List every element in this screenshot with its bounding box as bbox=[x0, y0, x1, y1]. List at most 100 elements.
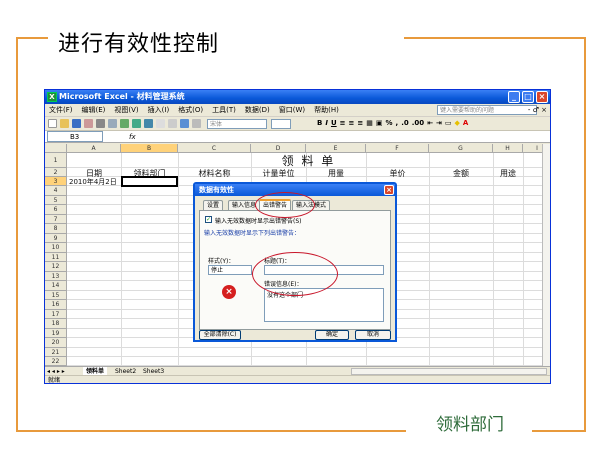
tab-settings[interactable]: 设置 bbox=[203, 200, 224, 210]
minimize-button[interactable]: _ bbox=[508, 91, 520, 103]
row-header[interactable]: 20 bbox=[45, 338, 67, 348]
underline-button[interactable]: U bbox=[331, 119, 337, 127]
menu-item-insert[interactable]: 插入(I) bbox=[148, 104, 170, 117]
column-header-d[interactable]: D bbox=[251, 144, 306, 153]
font-name-select[interactable]: 宋体 bbox=[207, 119, 267, 129]
row-header[interactable]: 5 bbox=[45, 195, 67, 205]
help-search-input[interactable]: 键入需要帮助的问题 bbox=[437, 105, 537, 115]
comma-icon[interactable]: , bbox=[396, 119, 399, 127]
row-header[interactable]: 14 bbox=[45, 281, 67, 291]
print-icon[interactable] bbox=[96, 119, 105, 128]
percent-icon[interactable]: % bbox=[386, 119, 393, 127]
header-qty-cell[interactable]: 用量 bbox=[306, 168, 366, 179]
horizontal-scrollbar[interactable] bbox=[351, 368, 547, 375]
row-header[interactable]: 15 bbox=[45, 290, 67, 300]
save-icon[interactable] bbox=[72, 119, 81, 128]
menu-item-data[interactable]: 数据(D) bbox=[245, 104, 270, 117]
zoom-icon[interactable] bbox=[192, 119, 201, 128]
decrease-decimal-icon[interactable]: .00 bbox=[412, 119, 424, 127]
decrease-indent-icon[interactable]: ⇤ bbox=[427, 119, 433, 127]
cancel-button[interactable]: 取消 bbox=[355, 330, 391, 340]
grid-row-line bbox=[67, 346, 550, 348]
fill-color-icon[interactable]: ◆ bbox=[455, 119, 460, 127]
align-right-icon[interactable]: ≡ bbox=[357, 119, 363, 127]
preview-icon[interactable] bbox=[108, 119, 117, 128]
row-header[interactable]: 22 bbox=[45, 357, 67, 366]
corner-select-all[interactable] bbox=[45, 144, 67, 153]
menu-item-file[interactable]: 文件(F) bbox=[49, 104, 73, 117]
new-icon[interactable] bbox=[48, 119, 57, 128]
column-header-e[interactable]: E bbox=[306, 144, 366, 153]
row-header[interactable]: 6 bbox=[45, 205, 67, 215]
row-header[interactable]: 21 bbox=[45, 347, 67, 357]
column-header-b[interactable]: B bbox=[121, 144, 178, 153]
row-header[interactable]: 2 bbox=[45, 168, 67, 177]
undo-icon[interactable] bbox=[132, 119, 141, 128]
row-header[interactable]: 18 bbox=[45, 319, 67, 329]
currency-icon[interactable]: ▣ bbox=[376, 119, 383, 127]
dialog-close-button[interactable]: × bbox=[384, 185, 394, 195]
align-center-icon[interactable]: ≡ bbox=[349, 119, 355, 127]
vertical-scrollbar[interactable] bbox=[542, 144, 550, 366]
column-header-f[interactable]: F bbox=[366, 144, 429, 153]
borders-icon[interactable]: ▭ bbox=[445, 119, 452, 127]
permission-icon[interactable] bbox=[84, 119, 93, 128]
increase-indent-icon[interactable]: ⇥ bbox=[436, 119, 442, 127]
grid-row-line bbox=[67, 356, 550, 357]
merge-center-icon[interactable]: ▦ bbox=[366, 119, 373, 127]
show-error-checkbox[interactable]: ✓ bbox=[205, 216, 212, 223]
header-material-cell[interactable]: 材料名称 bbox=[178, 168, 251, 179]
row-header[interactable]: 19 bbox=[45, 328, 67, 338]
italic-button[interactable]: I bbox=[325, 119, 328, 127]
column-header-a[interactable]: A bbox=[67, 144, 121, 153]
row-header[interactable]: 10 bbox=[45, 243, 67, 253]
redo-icon[interactable] bbox=[144, 119, 153, 128]
row-header[interactable]: 12 bbox=[45, 262, 67, 272]
column-header-g[interactable]: G bbox=[429, 144, 493, 153]
row-header[interactable]: 13 bbox=[45, 271, 67, 281]
sheet-title-cell[interactable]: 领 料 单 bbox=[251, 154, 366, 168]
ok-button[interactable]: 确定 bbox=[315, 330, 349, 340]
clear-all-button[interactable]: 全部清除(C) bbox=[199, 330, 241, 340]
active-cell-b3[interactable] bbox=[121, 176, 178, 187]
row-header[interactable]: 11 bbox=[45, 252, 67, 262]
mdi-controls[interactable]: - ♂ × bbox=[528, 104, 547, 117]
column-header-h[interactable]: H bbox=[493, 144, 523, 153]
style-select[interactable]: 停止 bbox=[208, 265, 252, 275]
font-size-select[interactable] bbox=[271, 119, 291, 129]
menu-item-help[interactable]: 帮助(H) bbox=[314, 104, 339, 117]
align-left-icon[interactable]: ≡ bbox=[340, 119, 346, 127]
row-header[interactable]: 7 bbox=[45, 214, 67, 224]
header-unit-cell[interactable]: 计量单位 bbox=[251, 168, 306, 179]
row-header[interactable]: 17 bbox=[45, 309, 67, 319]
row-header[interactable]: 8 bbox=[45, 224, 67, 234]
spelling-icon[interactable] bbox=[120, 119, 129, 128]
cell-a3-date[interactable]: 2010年4月2日 bbox=[67, 177, 121, 187]
chart-icon[interactable] bbox=[180, 119, 189, 128]
close-button[interactable]: × bbox=[536, 91, 548, 103]
header-price-cell[interactable]: 单价 bbox=[366, 168, 429, 179]
slide-title: 进行有效性控制 bbox=[58, 32, 220, 57]
row-header[interactable]: 16 bbox=[45, 300, 67, 310]
menu-item-tools[interactable]: 工具(T) bbox=[212, 104, 236, 117]
menu-item-format[interactable]: 格式(O) bbox=[178, 104, 203, 117]
menu-item-view[interactable]: 视图(V) bbox=[114, 104, 138, 117]
sort-icon[interactable] bbox=[168, 119, 177, 128]
column-header-c[interactable]: C bbox=[178, 144, 251, 153]
open-icon[interactable] bbox=[60, 119, 69, 128]
maximize-button[interactable]: □ bbox=[522, 91, 534, 103]
font-color-icon[interactable]: A bbox=[463, 119, 468, 127]
row-header[interactable]: 3 bbox=[45, 177, 67, 186]
menu-item-edit[interactable]: 编辑(E) bbox=[82, 104, 106, 117]
increase-decimal-icon[interactable]: .0 bbox=[401, 119, 409, 127]
menu-item-window[interactable]: 窗口(W) bbox=[279, 104, 305, 117]
header-amount-cell[interactable]: 金额 bbox=[429, 168, 493, 179]
row-header[interactable]: 9 bbox=[45, 233, 67, 243]
row-header[interactable]: 4 bbox=[45, 186, 67, 196]
header-use-cell[interactable]: 用途 bbox=[493, 168, 523, 179]
name-box[interactable]: B3 bbox=[47, 131, 103, 142]
autosum-icon[interactable] bbox=[156, 119, 165, 128]
fx-icon[interactable]: fx bbox=[129, 133, 136, 141]
row-header[interactable]: 1 bbox=[45, 153, 67, 168]
bold-button[interactable]: B bbox=[317, 119, 322, 127]
